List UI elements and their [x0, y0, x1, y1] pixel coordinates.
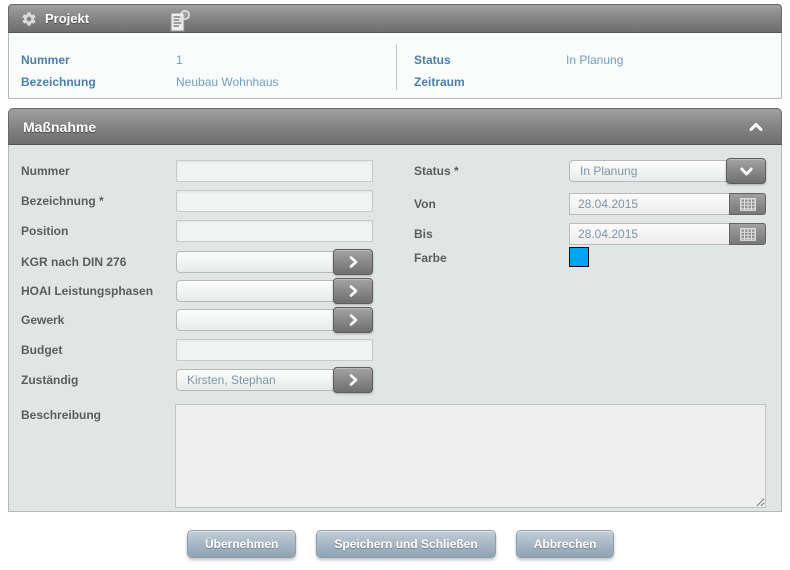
budget-label: Budget [21, 339, 62, 361]
projekt-status-value: In Planung [566, 53, 623, 68]
chevron-up-icon [749, 122, 763, 132]
status-dropdown-button[interactable] [726, 158, 766, 184]
budget-input[interactable] [176, 339, 373, 361]
status-label: Status * [414, 158, 459, 184]
footer-button-bar: Übernehmen Speichern und Schließen Abbre… [187, 530, 614, 558]
zustaendig-picker-value[interactable]: Kirsten, Stephan [176, 369, 339, 391]
position-label: Position [21, 220, 68, 242]
bis-date-field: 28.04.2015 [569, 223, 766, 245]
nummer-input[interactable] [176, 160, 373, 182]
von-date-value[interactable]: 28.04.2015 [569, 193, 730, 215]
status-dropdown: In Planung [569, 158, 766, 184]
bezeichnung-input[interactable] [176, 190, 373, 212]
beschreibung-textarea[interactable] [175, 404, 766, 508]
bis-calendar-button[interactable] [729, 223, 766, 245]
zustaendig-picker-button[interactable] [333, 367, 373, 393]
gewerk-label: Gewerk [21, 307, 64, 333]
gear-icon [21, 11, 37, 27]
projekt-panel-header: Projekt [8, 4, 782, 33]
gewerk-picker-value[interactable] [176, 309, 339, 331]
farbe-label: Farbe [414, 247, 447, 269]
zustaendig-label: Zuständig [21, 367, 78, 393]
position-input[interactable] [176, 220, 373, 242]
von-calendar-button[interactable] [729, 193, 766, 215]
uebernehmen-button[interactable]: Übernehmen [187, 530, 296, 558]
projekt-nummer-value: 1 [176, 53, 183, 68]
collapse-panel-button[interactable] [745, 119, 767, 135]
kgr-picker [176, 249, 373, 275]
column-divider [396, 44, 397, 90]
kgr-picker-button[interactable] [333, 249, 373, 275]
speichern-und-schliessen-button[interactable]: Speichern und Schließen [316, 530, 495, 558]
chevron-down-icon [740, 167, 753, 176]
von-label: Von [414, 193, 436, 215]
massnahme-panel: Maßnahme Nummer Bezeichnung * Position K… [8, 108, 782, 512]
chevron-right-icon [349, 314, 358, 326]
massnahme-panel-header: Maßnahme [8, 108, 782, 145]
gewerk-picker-button[interactable] [333, 307, 373, 333]
bis-date-value[interactable]: 28.04.2015 [569, 223, 730, 245]
projekt-bezeichnung-label: Bezeichnung [21, 75, 96, 90]
document-search-icon[interactable] [168, 8, 192, 35]
projekt-bezeichnung-value: Neubau Wohnhaus [176, 75, 279, 90]
calendar-icon [740, 228, 756, 241]
calendar-icon [740, 198, 756, 211]
chevron-right-icon [349, 285, 358, 297]
hoai-picker [176, 278, 373, 304]
projekt-zeitraum-label: Zeitraum [414, 75, 465, 90]
kgr-label: KGR nach DIN 276 [21, 249, 126, 275]
hoai-picker-value[interactable] [176, 280, 339, 302]
bezeichnung-label: Bezeichnung * [21, 190, 104, 212]
chevron-right-icon [349, 374, 358, 386]
app-window: Projekt Nummer 1 Bezeichnung Neubau Wohn… [0, 0, 790, 570]
status-dropdown-value[interactable]: In Planung [569, 160, 732, 182]
massnahme-form-body: Nummer Bezeichnung * Position KGR nach D… [8, 145, 782, 512]
projekt-info-body: Nummer 1 Bezeichnung Neubau Wohnhaus Sta… [8, 33, 782, 99]
zustaendig-picker: Kirsten, Stephan [176, 367, 373, 393]
farbe-color-swatch[interactable] [569, 247, 589, 267]
gewerk-picker [176, 307, 373, 333]
projekt-status-label: Status [414, 53, 451, 68]
beschreibung-label: Beschreibung [21, 408, 101, 422]
projekt-panel-title: Projekt [45, 11, 89, 26]
massnahme-panel-title: Maßnahme [23, 119, 96, 135]
nummer-label: Nummer [21, 160, 70, 182]
abbrechen-button[interactable]: Abbrechen [516, 530, 615, 558]
von-date-field: 28.04.2015 [569, 193, 766, 215]
kgr-picker-value[interactable] [176, 251, 339, 273]
hoai-label: HOAI Leistungsphasen [21, 278, 153, 304]
projekt-nummer-label: Nummer [21, 53, 70, 68]
bis-label: Bis [414, 223, 433, 245]
hoai-picker-button[interactable] [333, 278, 373, 304]
projekt-panel: Projekt Nummer 1 Bezeichnung Neubau Wohn… [8, 4, 782, 99]
chevron-right-icon [349, 256, 358, 268]
